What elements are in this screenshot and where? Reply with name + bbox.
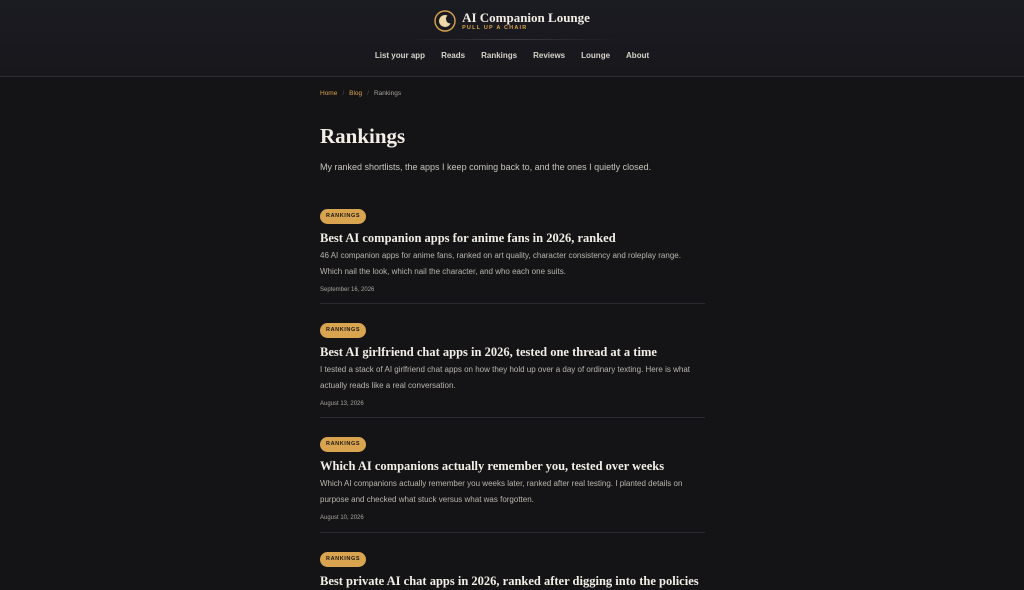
post-card[interactable]: RANKINGS Which AI companions actually re… (320, 432, 705, 521)
nav-item-rankings[interactable]: Rankings (481, 51, 517, 60)
post-card[interactable]: RANKINGS Best AI girlfriend chat apps in… (320, 318, 705, 407)
breadcrumb: Home / Blog / Rankings (320, 90, 401, 97)
nav-item-about[interactable]: About (626, 51, 649, 60)
post-card[interactable]: RANKINGS Best private AI chat apps in 20… (320, 547, 705, 590)
post-title[interactable]: Best AI girlfriend chat apps in 2026, te… (320, 343, 705, 361)
post-card[interactable]: RANKINGS Best AI companion apps for anim… (320, 204, 705, 293)
category-badge[interactable]: RANKINGS (320, 437, 367, 452)
breadcrumb-current: Rankings (373, 90, 402, 97)
nav-item-reads[interactable]: Reads (441, 51, 465, 60)
category-badge[interactable]: RANKINGS (320, 209, 367, 224)
nav-item-lounge[interactable]: Lounge (581, 51, 610, 60)
nav-item-list-your-app[interactable]: List your app (375, 51, 425, 60)
site-header: AI Companion Lounge PULL UP A CHAIR List… (0, 0, 1024, 77)
post-excerpt: 46 AI companion apps for anime fans, ran… (320, 251, 681, 276)
breadcrumb-blog[interactable]: Blog (349, 90, 362, 97)
post-date: August 13, 2026 (320, 401, 364, 407)
moon-icon (434, 10, 456, 32)
breadcrumb-separator: / (367, 90, 369, 97)
page-title: Rankings (320, 124, 406, 148)
post-date: August 10, 2026 (320, 515, 364, 521)
nav-item-reviews[interactable]: Reviews (533, 51, 565, 60)
post-divider (320, 532, 705, 533)
post-title[interactable]: Best AI companion apps for anime fans in… (320, 229, 705, 247)
brand-logo[interactable]: AI Companion Lounge PULL UP A CHAIR (0, 10, 1024, 32)
breadcrumb-separator: / (342, 90, 345, 97)
post-excerpt: I tested a stack of AI girlfriend chat a… (320, 365, 690, 390)
post-excerpt: Which AI companions actually remember yo… (320, 479, 683, 504)
main-nav: List your app Reads Rankings Reviews Lou… (0, 51, 1024, 60)
post-divider (320, 417, 705, 418)
page-lede: My ranked shortlists, the apps I keep co… (320, 162, 652, 172)
category-badge[interactable]: RANKINGS (320, 552, 367, 567)
brand-title: AI Companion Lounge (462, 10, 590, 25)
post-title[interactable]: Which AI companions actually remember yo… (320, 457, 705, 475)
post-title[interactable]: Best private AI chat apps in 2026, ranke… (320, 572, 705, 590)
category-badge[interactable]: RANKINGS (320, 323, 367, 338)
brand-divider (407, 39, 617, 40)
brand-tagline: PULL UP A CHAIR (462, 25, 528, 31)
post-date: September 16, 2026 (320, 287, 375, 293)
brand-text: AI Companion Lounge PULL UP A CHAIR (462, 10, 590, 32)
post-divider (320, 303, 705, 304)
breadcrumb-home[interactable]: Home (320, 90, 337, 97)
